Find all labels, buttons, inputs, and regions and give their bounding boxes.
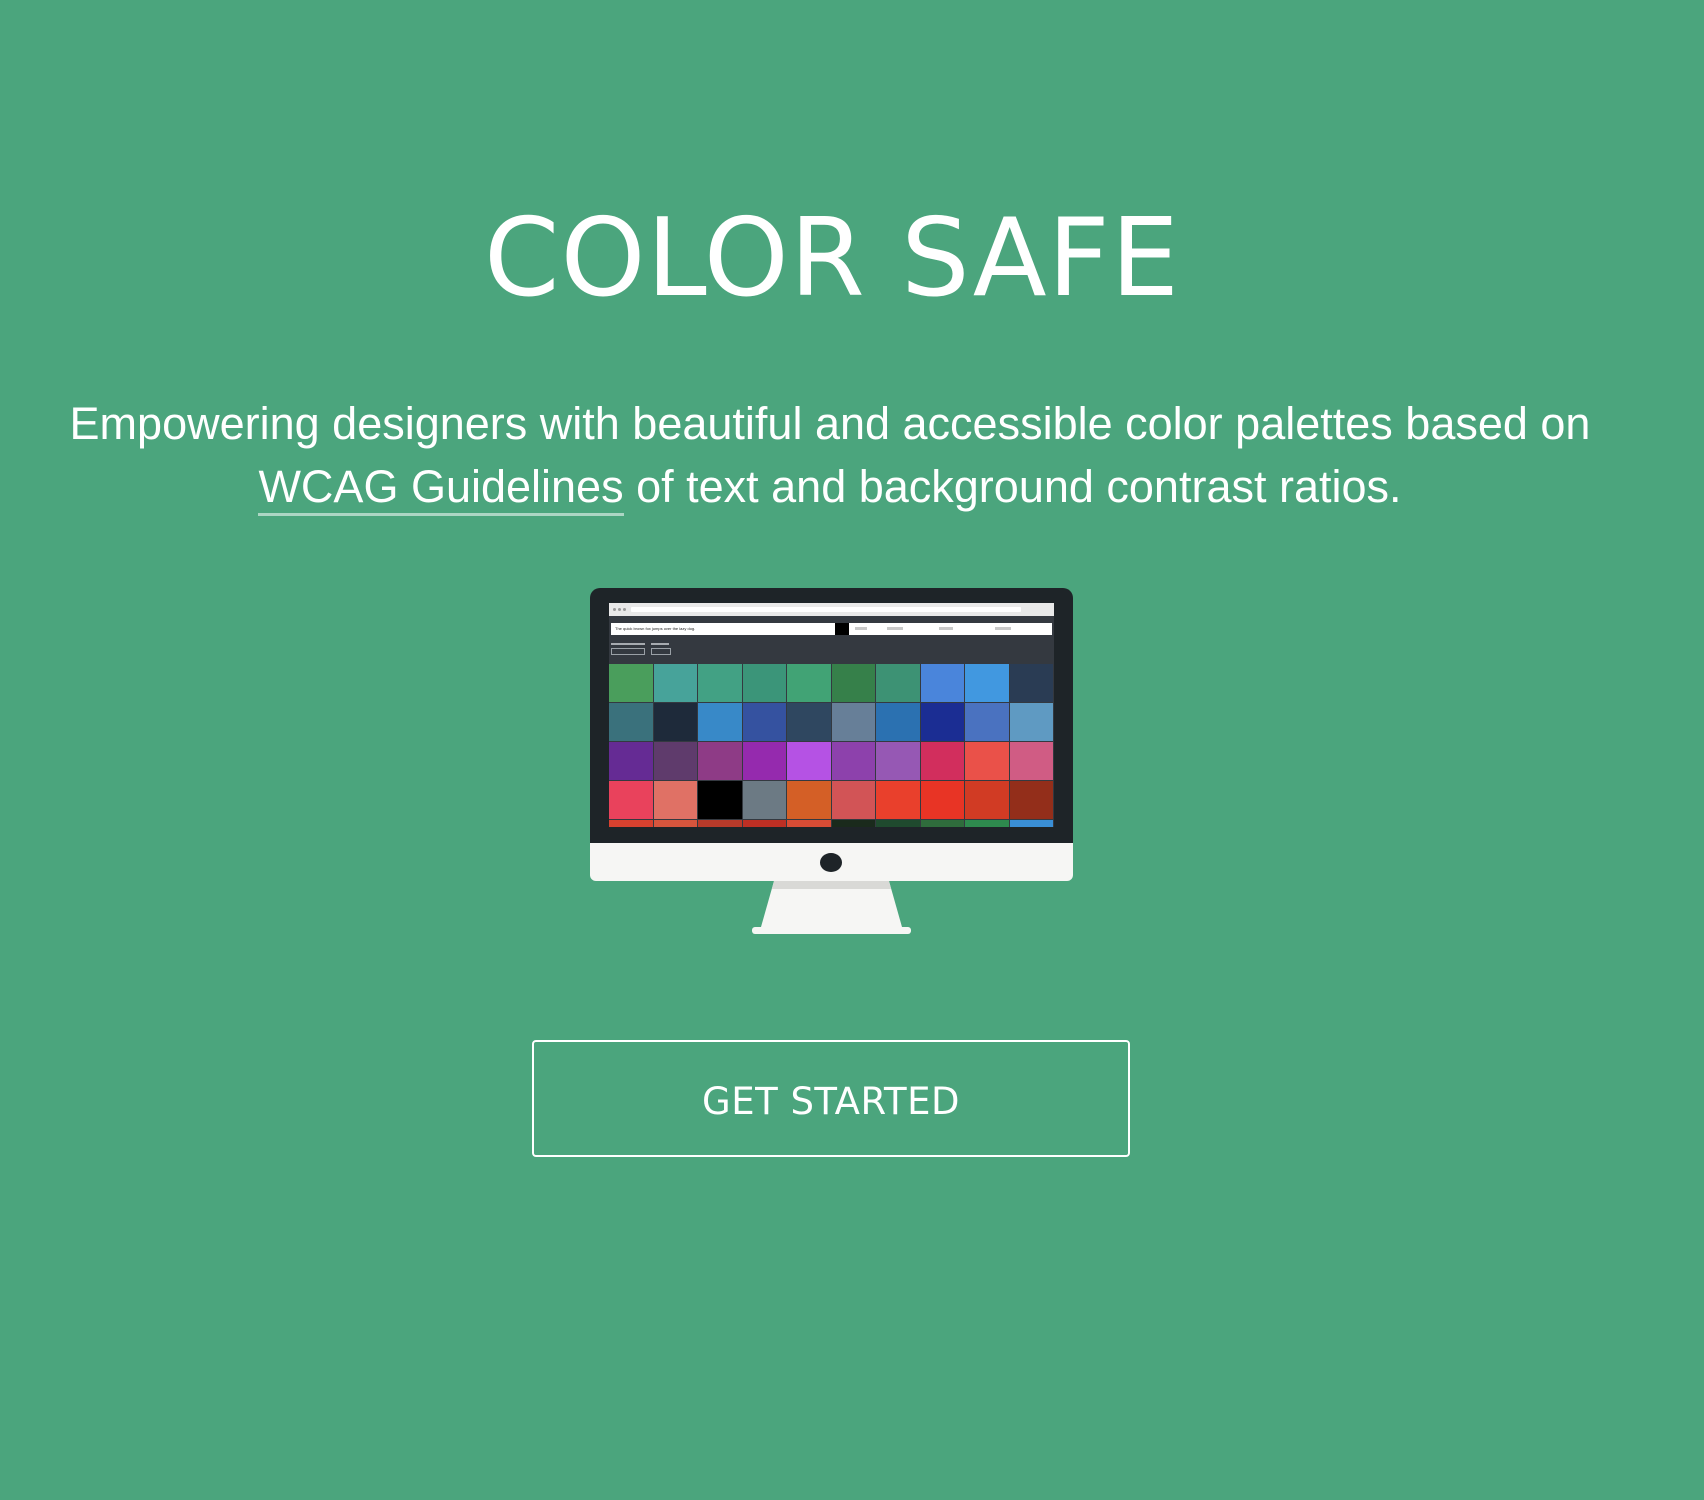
palette-swatch (742, 703, 786, 741)
window-dot-icon (613, 608, 616, 611)
palette-swatch (787, 703, 831, 741)
window-dot-icon (623, 608, 626, 611)
monitor-illustration: The quick brown fox jumps over the lazy … (590, 588, 1073, 934)
palette-swatch (831, 703, 875, 741)
palette-swatch (965, 820, 1009, 827)
palette-swatch (653, 664, 697, 702)
palette-swatch (831, 820, 875, 827)
palette-swatch (965, 664, 1009, 702)
monitor-stand-icon (752, 881, 911, 934)
toolbar-field (995, 627, 1011, 630)
palette-swatch (831, 781, 875, 819)
palette-swatch (1009, 664, 1053, 702)
palette-swatch (609, 781, 653, 819)
get-started-button[interactable]: GET STARTED (532, 1040, 1130, 1157)
subtitle-text-end: of text and background contrast ratios. (623, 461, 1402, 512)
monitor-chin (590, 843, 1073, 881)
palette-swatch (609, 742, 653, 780)
page-title: COLOR SAFE (484, 196, 1180, 321)
palette-swatch (742, 742, 786, 780)
palette-swatch (831, 742, 875, 780)
browser-bar (609, 603, 1054, 616)
monitor-logo-icon (820, 853, 842, 872)
palette-swatch (876, 820, 920, 827)
filter-label (651, 643, 669, 645)
text-color-swatch (835, 623, 849, 635)
palette-swatch (1009, 742, 1053, 780)
palette-swatch (787, 742, 831, 780)
palette-swatch (965, 781, 1009, 819)
filter-label (611, 643, 645, 645)
palette-swatch (653, 781, 697, 819)
palette-swatch (1009, 820, 1053, 827)
palette-swatch (787, 820, 831, 827)
palette-swatch (876, 742, 920, 780)
preview-text: The quick brown fox jumps over the lazy … (615, 626, 696, 631)
hero-subtitle: Empowering designers with beautiful and … (40, 392, 1620, 518)
palette-swatch (698, 742, 742, 780)
palette-swatch (787, 664, 831, 702)
window-dot-icon (618, 608, 621, 611)
palette-swatch (1009, 781, 1053, 819)
palette-swatch (653, 820, 697, 827)
palette-swatch (965, 742, 1009, 780)
palette-swatch (698, 781, 742, 819)
subtitle-text-start: Empowering designers with beautiful and … (69, 398, 1591, 449)
filter-select (651, 648, 671, 655)
palette-swatch (653, 703, 697, 741)
palette-swatch (876, 703, 920, 741)
filter-controls (611, 641, 731, 661)
toolbar-field (939, 627, 953, 630)
palette-swatch (920, 742, 964, 780)
landing-page: COLOR SAFE Empowering designers with bea… (0, 0, 1704, 1500)
palette-swatch (920, 781, 964, 819)
palette-swatch (698, 703, 742, 741)
palette-swatch (1009, 703, 1053, 741)
toolbar-field (855, 627, 867, 630)
palette-swatch (609, 664, 653, 702)
palette-swatch (698, 664, 742, 702)
palette-swatch (653, 742, 697, 780)
address-bar (631, 607, 1021, 612)
monitor-bezel: The quick brown fox jumps over the lazy … (590, 588, 1073, 843)
filter-select (611, 648, 645, 655)
palette-swatch (609, 703, 653, 741)
palette-swatch (965, 703, 1009, 741)
palette-swatch (876, 781, 920, 819)
palette-swatch (876, 664, 920, 702)
palette-swatch (787, 781, 831, 819)
toolbar-field (887, 627, 903, 630)
preview-toolbar: The quick brown fox jumps over the lazy … (611, 623, 1052, 635)
palette-swatch (920, 820, 964, 827)
wcag-guidelines-link[interactable]: WCAG Guidelines (258, 461, 624, 516)
palette-swatch (831, 664, 875, 702)
app-screenshot: The quick brown fox jumps over the lazy … (609, 603, 1054, 827)
palette-grid (609, 664, 1054, 827)
palette-swatch (742, 664, 786, 702)
palette-swatch (920, 664, 964, 702)
palette-swatch (698, 820, 742, 827)
palette-swatch (609, 820, 653, 827)
palette-swatch (742, 781, 786, 819)
palette-swatch (742, 820, 786, 827)
palette-swatch (920, 703, 964, 741)
